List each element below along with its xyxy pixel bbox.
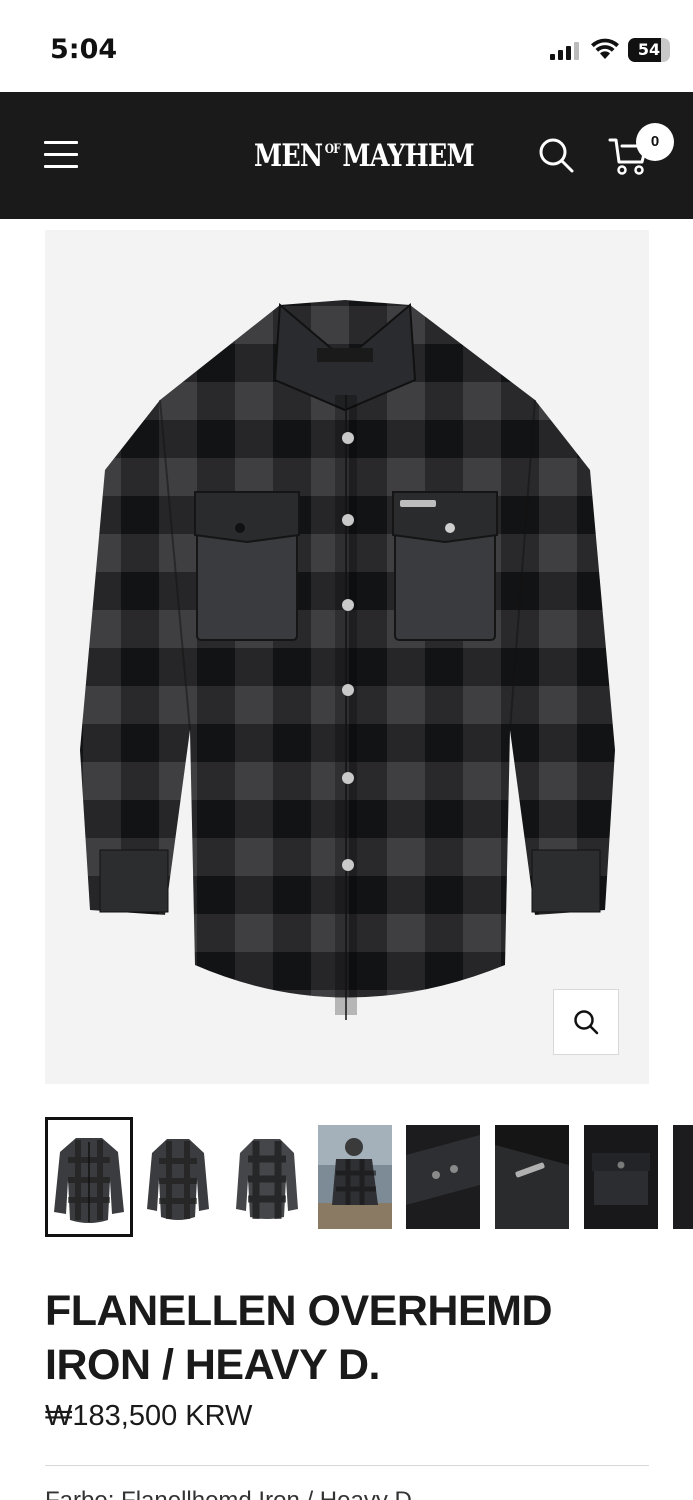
zoom-button[interactable] — [553, 989, 619, 1055]
thumbnail-3[interactable] — [230, 1125, 304, 1229]
product-title-line1: FLANELLEN OVERHEMD — [45, 1287, 553, 1335]
battery-level: 54 — [637, 40, 661, 59]
thumbnail-5[interactable] — [406, 1125, 480, 1229]
thumbnail-2[interactable] — [141, 1125, 215, 1229]
thumbnail-1[interactable] — [45, 1117, 133, 1237]
status-time: 5:04 — [50, 34, 118, 65]
search-icon[interactable] — [537, 136, 575, 174]
product-title-line2: IRON / HEAVY D. — [45, 1341, 380, 1389]
product-price: ₩183,500 KRW — [45, 1400, 253, 1432]
thumbnail-strip[interactable] — [45, 1117, 693, 1237]
site-header: MEN OF MAYHEM 0 — [0, 92, 693, 219]
logo-men: MEN — [254, 138, 323, 174]
product-title: FLANELLEN OVERHEMD IRON / HEAVY D. — [45, 1284, 665, 1392]
thumbnail-7[interactable] — [584, 1125, 658, 1229]
zoom-icon — [574, 1010, 599, 1035]
thumbnail-4[interactable] — [318, 1125, 392, 1229]
variant-label: Farbe: Flanellhemd Iron / Heavy D. — [45, 1487, 419, 1500]
battery-icon: 54 — [628, 38, 670, 62]
flannel-shirt-image — [80, 300, 615, 1020]
menu-icon[interactable] — [44, 141, 78, 169]
product-main-image[interactable] — [45, 230, 649, 1084]
thumbnail-8[interactable] — [673, 1125, 693, 1229]
signal-icon — [550, 42, 579, 60]
thumbnail-6[interactable] — [495, 1125, 569, 1229]
cart-count-badge[interactable]: 0 — [636, 123, 674, 161]
brand-logo[interactable]: MEN OF MAYHEM — [254, 134, 475, 178]
wifi-icon — [591, 38, 619, 59]
status-bar: 5:04 54 — [0, 0, 693, 92]
logo-of: OF — [324, 142, 341, 157]
divider — [45, 1465, 649, 1466]
logo-mayhem: MAYHEM — [342, 138, 474, 174]
